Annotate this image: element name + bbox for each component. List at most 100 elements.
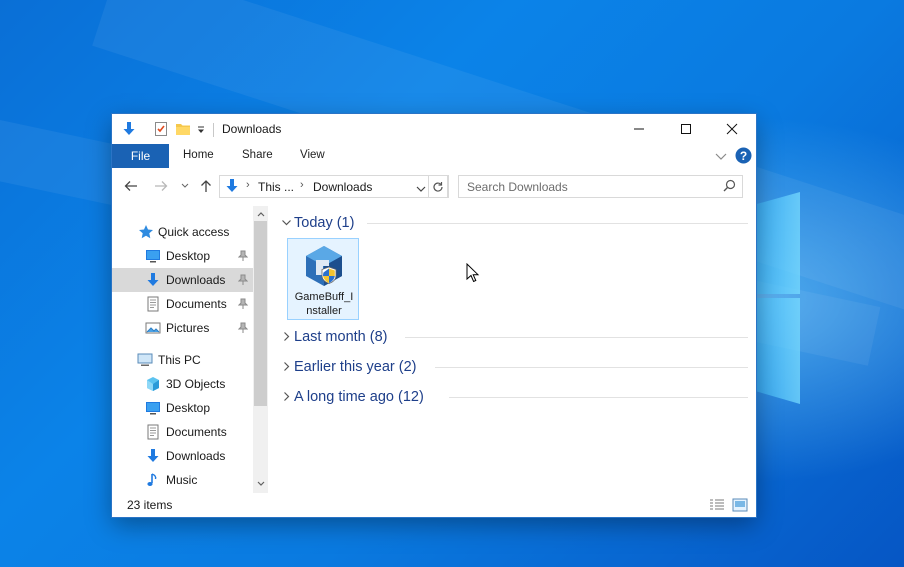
- breadcrumb-separator-icon: ›: [300, 179, 304, 191]
- new-folder-icon[interactable]: [175, 121, 191, 140]
- ribbon-tabs: File Home Share View ?: [112, 144, 756, 168]
- 3d-objects-icon: [145, 376, 161, 392]
- pin-icon[interactable]: [237, 250, 249, 265]
- tab-home[interactable]: Home: [183, 149, 214, 161]
- nav-label: 3D Objects: [166, 377, 226, 391]
- nav-label: Music: [166, 473, 198, 487]
- properties-check-icon[interactable]: [153, 121, 169, 140]
- nav-scrollbar[interactable]: [253, 206, 268, 493]
- chevron-right-icon: [281, 331, 292, 345]
- group-label: Today (1): [294, 215, 355, 231]
- desktop-icon: [145, 400, 161, 416]
- back-arrow-icon: [124, 181, 137, 191]
- pin-icon[interactable]: [237, 322, 249, 337]
- chevron-down-icon: [181, 183, 189, 188]
- windows-logo-pane: [756, 192, 800, 294]
- breadcrumb-downloads[interactable]: Downloads: [313, 180, 372, 194]
- large-icons-view-icon[interactable]: [732, 498, 748, 512]
- installer-shield-icon: [301, 243, 347, 292]
- group-label: A long time ago (12): [294, 389, 424, 405]
- nav-item-music[interactable]: Music: [112, 468, 253, 492]
- up-button[interactable]: [197, 177, 215, 195]
- nav-item-desktop[interactable]: Desktop: [112, 244, 253, 268]
- address-bar[interactable]: › This ... › Downloads: [219, 175, 449, 198]
- nav-quick-access[interactable]: Quick access: [112, 220, 253, 244]
- group-header-today[interactable]: Today (1): [279, 213, 748, 235]
- chevron-right-icon: [281, 391, 292, 405]
- title-bar[interactable]: Downloads: [112, 114, 756, 144]
- nav-label: Documents: [166, 297, 227, 311]
- nav-label: Documents: [166, 425, 227, 439]
- file-explorer-window: Downloads File Home Share View ? › This …: [112, 114, 756, 517]
- file-name: GameBuff_I nstaller: [288, 290, 360, 318]
- minimize-button[interactable]: [616, 114, 662, 144]
- windows-logo-pane: [756, 298, 800, 404]
- details-view-icon[interactable]: [709, 498, 725, 512]
- nav-this-pc[interactable]: This PC: [112, 348, 253, 372]
- navigation-pane[interactable]: Quick access Desktop Downloads Documents: [112, 206, 268, 493]
- address-toolbar: › This ... › Downloads Search Downloads: [112, 171, 756, 201]
- address-dropdown-icon[interactable]: [416, 182, 426, 196]
- nav-item-3d-objects[interactable]: 3D Objects: [112, 372, 253, 396]
- group-divider: [435, 367, 748, 368]
- forward-button[interactable]: [152, 177, 170, 195]
- tab-share[interactable]: Share: [242, 149, 273, 161]
- file-name-line: nstaller: [306, 305, 342, 317]
- file-item[interactable]: GameBuff_I nstaller: [287, 238, 359, 320]
- nav-item-downloads[interactable]: Downloads: [112, 268, 253, 292]
- scroll-up-icon[interactable]: [253, 206, 268, 221]
- search-input[interactable]: Search Downloads: [458, 175, 743, 198]
- nav-label: Desktop: [166, 401, 211, 415]
- downloads-icon: [145, 448, 161, 464]
- help-icon[interactable]: ?: [735, 147, 752, 167]
- item-count: 23 items: [127, 498, 173, 512]
- nav-item-documents[interactable]: Documents: [112, 420, 253, 444]
- group-divider: [449, 397, 748, 398]
- minimize-icon: [634, 128, 644, 130]
- pictures-icon: [145, 320, 161, 336]
- tab-file[interactable]: File: [112, 144, 169, 168]
- breadcrumb-this-pc[interactable]: This ...: [258, 180, 294, 194]
- nav-label: Downloads: [166, 273, 226, 287]
- mouse-pointer-icon: [466, 262, 480, 286]
- close-button[interactable]: [709, 114, 755, 144]
- group-header-long-time-ago[interactable]: A long time ago (12): [279, 387, 748, 409]
- this-pc-icon: [137, 352, 153, 368]
- expand-ribbon-icon[interactable]: [715, 151, 727, 165]
- forward-arrow-icon: [155, 181, 168, 191]
- tab-view[interactable]: View: [300, 149, 325, 161]
- up-arrow-icon: [201, 180, 211, 192]
- breadcrumb-separator-icon: ›: [246, 179, 250, 191]
- nav-label: Desktop: [166, 249, 211, 263]
- chevron-down-icon: [281, 217, 292, 231]
- nav-item-documents[interactable]: Documents: [112, 292, 253, 316]
- search-placeholder: Search Downloads: [467, 180, 568, 194]
- customize-dropdown-icon[interactable]: [196, 124, 206, 138]
- group-header-earlier-this-year[interactable]: Earlier this year (2): [279, 357, 748, 379]
- download-arrow-icon[interactable]: [121, 121, 137, 140]
- search-icon[interactable]: [723, 179, 736, 195]
- nav-label: Pictures: [166, 321, 210, 335]
- downloads-icon: [145, 272, 161, 288]
- nav-item-pictures[interactable]: Pictures: [112, 316, 253, 340]
- pin-icon[interactable]: [237, 274, 249, 289]
- scroll-down-icon[interactable]: [253, 476, 268, 491]
- pin-icon[interactable]: [237, 298, 249, 313]
- status-bar: 23 items: [112, 493, 756, 517]
- maximize-button[interactable]: [663, 114, 709, 144]
- group-divider: [367, 223, 748, 224]
- window-title: Downloads: [222, 122, 282, 136]
- recent-locations-button[interactable]: [176, 177, 194, 195]
- chevron-right-icon: [281, 361, 292, 375]
- refresh-button[interactable]: [428, 175, 448, 198]
- refresh-icon: [433, 181, 443, 192]
- nav-item-desktop[interactable]: Desktop: [112, 396, 253, 420]
- nav-item-downloads[interactable]: Downloads: [112, 444, 253, 468]
- group-label: Last month (8): [294, 329, 388, 345]
- file-list-pane[interactable]: Today (1) GameBuff_I nstaller Last month…: [272, 206, 752, 493]
- maximize-icon: [681, 124, 691, 134]
- group-header-last-month[interactable]: Last month (8): [279, 327, 748, 349]
- back-button[interactable]: [122, 177, 140, 195]
- nav-label: Quick access: [158, 225, 230, 239]
- scrollbar-thumb[interactable]: [254, 221, 267, 406]
